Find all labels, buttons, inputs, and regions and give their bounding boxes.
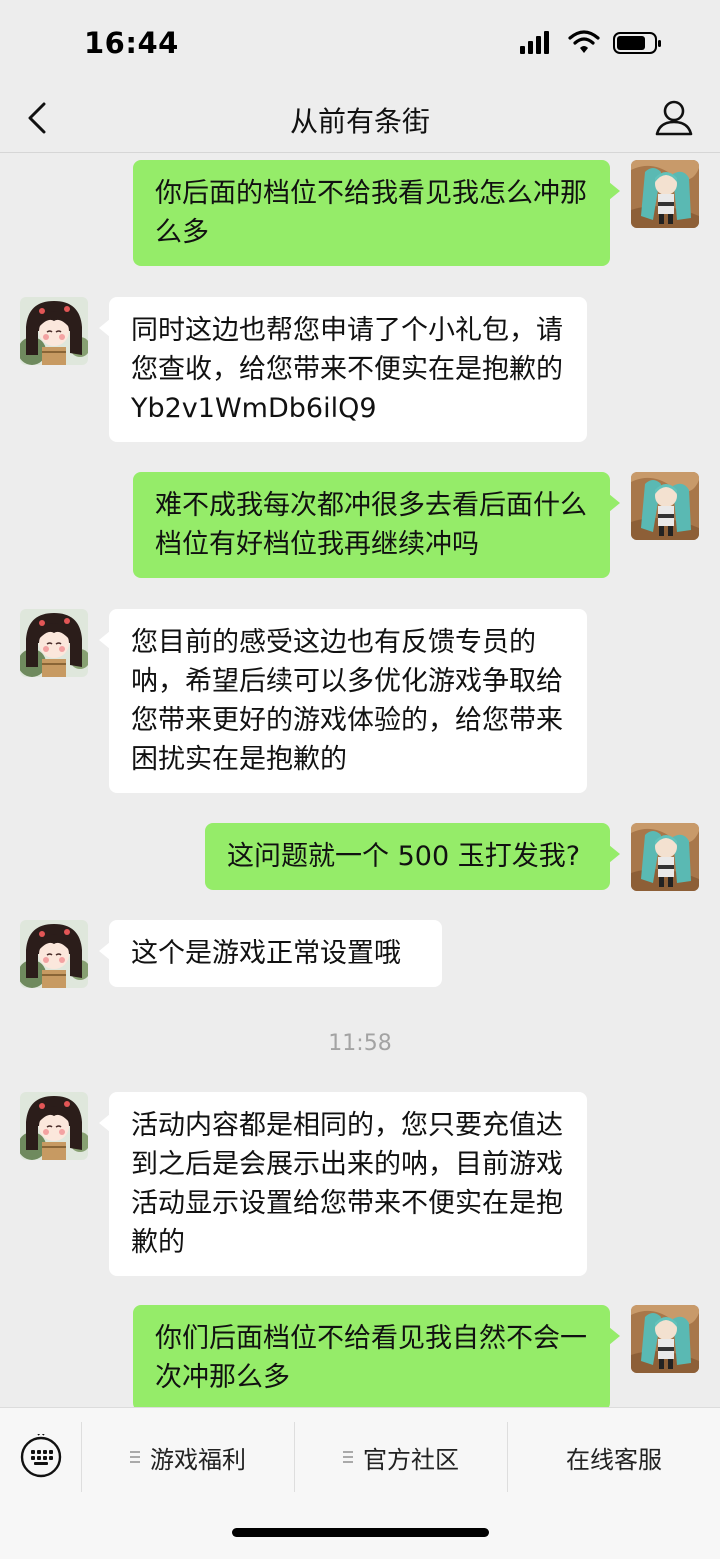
agent-avatar[interactable] <box>20 920 88 988</box>
chat-header: 从前有条街 <box>0 86 720 153</box>
status-time: 16:44 <box>84 26 179 60</box>
menu-item-label: 官方社区 <box>363 1445 459 1474</box>
menu-lines-icon <box>343 1451 353 1463</box>
chat-title: 从前有条街 <box>289 105 430 138</box>
person-icon <box>655 100 693 136</box>
user-avatar[interactable] <box>631 472 699 540</box>
message-bubble[interactable]: 这个是游戏正常设置哦 <box>99 920 442 987</box>
agent-avatar[interactable] <box>20 609 88 677</box>
status-icons <box>520 28 668 58</box>
user-avatar[interactable] <box>631 160 699 228</box>
menu-item-game-benefits[interactable]: 游戏福利 <box>82 1422 294 1492</box>
message-timestamp: 11:58 <box>328 1031 392 1056</box>
signal-icon <box>520 31 549 54</box>
message-bubble[interactable]: 这问题就一个 500 玉打发我? <box>205 823 620 890</box>
keyboard-icon <box>20 1430 62 1478</box>
message-bubble[interactable]: 您目前的感受这边也有反馈专员的呐，希望后续可以多优化游戏争取给您带来更好的游戏体… <box>99 609 587 793</box>
menu-item-label: 在线客服 <box>566 1445 662 1474</box>
message-bubble[interactable]: 你们后面档位不给看见我自然不会一次冲那么多 <box>133 1305 620 1407</box>
battery-icon <box>613 32 661 54</box>
message-bubble[interactable]: 难不成我每次都冲很多去看后面什么档位有好档位我再继续冲吗 <box>133 472 620 578</box>
menu-item-online-service[interactable]: 在线客服 <box>508 1422 720 1492</box>
menu-item-label: 游戏福利 <box>150 1445 246 1474</box>
menu-lines-icon <box>130 1451 140 1463</box>
message-bubble[interactable]: 活动内容都是相同的，您只要充值达到之后是会展示出来的呐，目前游戏活动显示设置给您… <box>99 1092 587 1276</box>
profile-button[interactable] <box>652 96 696 140</box>
agent-avatar[interactable] <box>20 297 88 365</box>
home-indicator[interactable] <box>232 1528 489 1537</box>
user-avatar[interactable] <box>631 1305 699 1373</box>
message-bubble[interactable]: 同时这边也帮您申请了个小礼包，请您查收，给您带来不便实在是抱歉的 Yb2v1Wm… <box>99 297 587 442</box>
user-avatar[interactable] <box>631 823 699 891</box>
menu-item-official-community[interactable]: 官方社区 <box>295 1422 507 1492</box>
message-bubble[interactable]: 你后面的档位不给我看见我怎么冲那么多 <box>133 160 620 266</box>
keyboard-toggle-button[interactable] <box>18 1430 64 1480</box>
wifi-icon <box>568 30 600 53</box>
message-list[interactable]: 你后面的档位不给我看见我怎么冲那么多 同时这边也帮您申请了个小礼包，请您查收，给… <box>0 153 720 1407</box>
agent-avatar[interactable] <box>20 1092 88 1160</box>
status-bar: 16:44 <box>0 0 720 86</box>
